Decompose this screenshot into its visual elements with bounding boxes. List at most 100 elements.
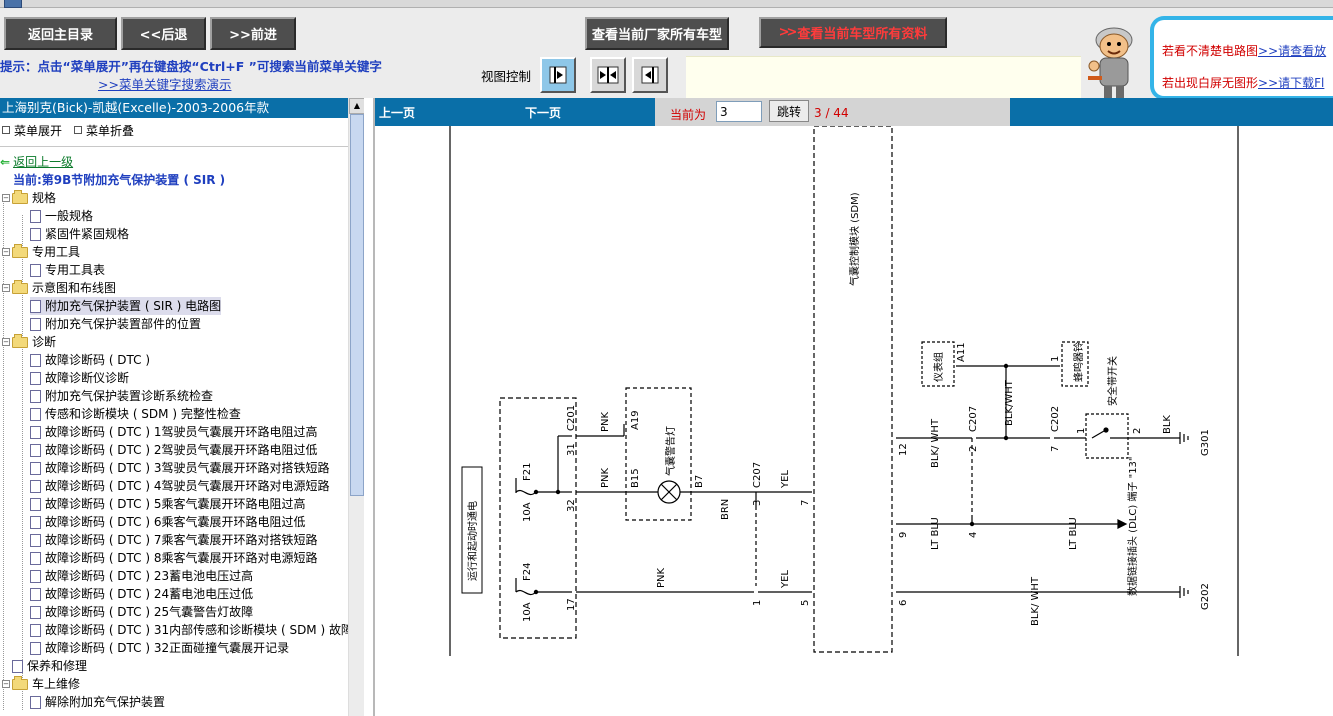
- pin-2: 2: [968, 446, 979, 452]
- all-data-button[interactable]: >> 查看当前车型所有资料: [759, 17, 947, 48]
- tree-page[interactable]: 故障诊断码 ( DTC ) 32正面碰撞气囊展开记录: [30, 639, 289, 657]
- collapse-toggle-icon[interactable]: −: [2, 248, 10, 256]
- seatbelt-switch-box: [1085, 413, 1129, 459]
- search-demo-link[interactable]: >>菜单关键字搜索演示: [98, 74, 231, 93]
- page-icon: [12, 660, 23, 673]
- help-download-link[interactable]: >>请下载Fl: [1258, 76, 1324, 90]
- all-data-label: 查看当前车型所有资料: [797, 27, 928, 42]
- tree-page[interactable]: 故障诊断码 ( DTC ) 4驾驶员气囊展开环路对电源短路: [30, 477, 330, 495]
- tree-page[interactable]: 故障诊断码 ( DTC ) 5乘客气囊展开环路电阻过高: [30, 495, 306, 513]
- page-icon: [30, 588, 41, 601]
- search-hint: 提示：点击“菜单展开”再在键盘按“Ctrl+F ”可搜索当前菜单关键字: [0, 59, 382, 74]
- buzzer-pin: 1: [1050, 356, 1061, 362]
- tree-page[interactable]: 故障诊断码 ( DTC ) 2驾驶员气囊展开环路电阻过低: [30, 441, 318, 459]
- wire-pnk-top: PNK: [600, 411, 611, 432]
- tree-page[interactable]: 一般规格: [30, 207, 93, 225]
- tree-folder[interactable]: − 规格: [2, 189, 56, 207]
- wire-lt-blu-2: LT BLU: [1068, 517, 1079, 550]
- page-icon: [30, 570, 41, 583]
- tree-page[interactable]: 紧固件紧固规格: [30, 225, 129, 243]
- current-section: 当前:第9B节附加充气保护装置 ( SIR ): [0, 171, 225, 188]
- help-zoom-link[interactable]: >>请查看放: [1258, 44, 1326, 58]
- panel-divider: [373, 98, 375, 716]
- collapse-toggle-icon[interactable]: −: [2, 194, 10, 202]
- pin-a11: A11: [956, 342, 967, 362]
- tree-page[interactable]: 故障诊断码 ( DTC ) 25气囊警告灯故障: [30, 603, 253, 621]
- tree-page[interactable]: 故障诊断码 ( DTC ): [30, 351, 150, 369]
- sidebar-scrollbar[interactable]: ▲: [348, 98, 365, 716]
- tree-page[interactable]: 保养和修理: [12, 657, 87, 675]
- tree-page[interactable]: 故障诊断码 ( DTC ) 8乘客气囊展开环路对电源短路: [30, 549, 318, 567]
- manufacturer-models-button[interactable]: 查看当前厂家所有车型: [585, 17, 729, 50]
- next-page-link[interactable]: 下一页: [525, 104, 561, 121]
- expand-right-icon: [549, 66, 567, 84]
- c207-left-label: C207: [752, 462, 763, 488]
- back-button[interactable]: <<后退: [121, 17, 206, 50]
- page-number-input[interactable]: [716, 101, 762, 122]
- tree-page[interactable]: 附加充气保护装置 ( SIR ) 电路图: [30, 297, 222, 315]
- dlc-label: 数据链接插头 (DLC) 端子 "13": [1126, 456, 1139, 596]
- tree-page[interactable]: 传感和诊断模块 ( SDM ) 完整性检查: [30, 405, 241, 423]
- tree-page[interactable]: 故障诊断码 ( DTC ) 3驾驶员气囊展开环路对搭铁短路: [30, 459, 330, 477]
- tree-page[interactable]: 解除附加充气保护装置: [30, 693, 165, 711]
- tree-folder[interactable]: − 示意图和布线图: [2, 279, 116, 297]
- page-icon: [30, 408, 41, 421]
- collapse-toggle-icon[interactable]: −: [2, 338, 10, 346]
- scroll-thumb[interactable]: [350, 114, 364, 496]
- tree-page[interactable]: 故障诊断码 ( DTC ) 24蓄电池电压过低: [30, 585, 253, 603]
- help-line-blurry: 若看不清楚电路图>>请查看放: [1162, 42, 1326, 59]
- back-up-link[interactable]: ⇐ 返回上一级: [0, 153, 73, 170]
- forward-button[interactable]: >>前进: [210, 17, 296, 50]
- tree-page[interactable]: 附加充气保护装置部件的位置: [30, 315, 201, 333]
- collapse-toggle-icon[interactable]: −: [2, 680, 10, 688]
- tree-page[interactable]: 故障诊断码 ( DTC ) 6乘客气囊展开环路电阻过低: [30, 513, 306, 531]
- app-logo-icon: [4, 0, 22, 8]
- fuse-f21-rating: 10A: [522, 502, 533, 522]
- tree-page[interactable]: 故障诊断码 ( DTC ) 7乘客气囊展开环路对搭铁短路: [30, 531, 318, 549]
- page-icon: [30, 462, 41, 475]
- cluster-label: 仪表组: [932, 352, 945, 382]
- pin-12: 12: [898, 443, 909, 456]
- pin-31: 31: [566, 443, 577, 456]
- home-button[interactable]: 返回主目录: [4, 17, 117, 50]
- tree-page[interactable]: 故障诊断码 ( DTC ) 31内部传感和诊断模块 ( SDM ) 故障: [30, 621, 353, 639]
- tree-folder[interactable]: − 诊断: [2, 333, 56, 351]
- view-expand-right-button[interactable]: [540, 57, 576, 93]
- folder-icon: [12, 190, 28, 204]
- tree-folder[interactable]: − 专用工具: [2, 243, 80, 261]
- tree-page[interactable]: 专用工具表: [30, 261, 105, 279]
- menu-collapse-link[interactable]: 菜单折叠: [86, 122, 134, 139]
- tree-item-label: 传感和诊断模块 ( SDM ) 完整性检查: [45, 407, 241, 421]
- tree-item-label: 附加充气保护装置诊断系统检查: [45, 389, 214, 403]
- menu-expand-link[interactable]: 菜单展开: [14, 122, 62, 139]
- tree-item-label: 故障诊断码 ( DTC ) 24蓄电池电压过低: [45, 587, 254, 601]
- sidebar: 上海别克(Bick)-凯越(Excelle)-2003-2006年款 菜单展开 …: [0, 98, 365, 716]
- tree-folder[interactable]: − 车上维修: [2, 675, 80, 693]
- tree-item-label: 故障诊断码 ( DTC ): [45, 353, 151, 367]
- c207-right-label: C207: [968, 406, 979, 432]
- page-icon: [30, 318, 41, 331]
- pin-6: 6: [898, 600, 909, 606]
- menu-tools: 菜单展开 菜单折叠: [0, 120, 348, 140]
- wire-lt-blu-1: LT BLU: [930, 517, 941, 550]
- pin-4: 4: [968, 532, 979, 538]
- page-icon: [30, 480, 41, 493]
- wire-blk-wht-left: BLK/ WHT: [930, 418, 941, 468]
- tree-item-label: 附加充气保护装置部件的位置: [45, 317, 202, 331]
- tree-page[interactable]: 故障诊断码 ( DTC ) 1驾驶员气囊展开环路电阻过高: [30, 423, 318, 441]
- tree-item-label: 故障诊断码 ( DTC ) 3驾驶员气囊展开环路对搭铁短路: [45, 461, 330, 475]
- pin-b15: B15: [630, 468, 641, 488]
- view-split-button[interactable]: [590, 57, 626, 93]
- tree-page[interactable]: 附加充气保护装置诊断系统检查: [30, 387, 213, 405]
- tree-page[interactable]: 故障诊断仪诊断: [30, 369, 129, 387]
- pin-7-sdm: 7: [800, 500, 811, 506]
- page-navigation: 上一页 下一页 当前为 跳转 3 / 44: [375, 98, 1333, 126]
- scroll-up-icon[interactable]: ▲: [349, 98, 365, 114]
- pin-5-sdm: 5: [800, 600, 811, 606]
- jump-button[interactable]: 跳转: [769, 100, 809, 122]
- prev-page-link[interactable]: 上一页: [379, 104, 415, 121]
- tree-item-label: 故障诊断码 ( DTC ) 25气囊警告灯故障: [45, 605, 254, 619]
- view-collapse-left-button[interactable]: [632, 57, 668, 93]
- tree-page[interactable]: 故障诊断码 ( DTC ) 23蓄电池电压过高: [30, 567, 253, 585]
- collapse-toggle-icon[interactable]: −: [2, 284, 10, 292]
